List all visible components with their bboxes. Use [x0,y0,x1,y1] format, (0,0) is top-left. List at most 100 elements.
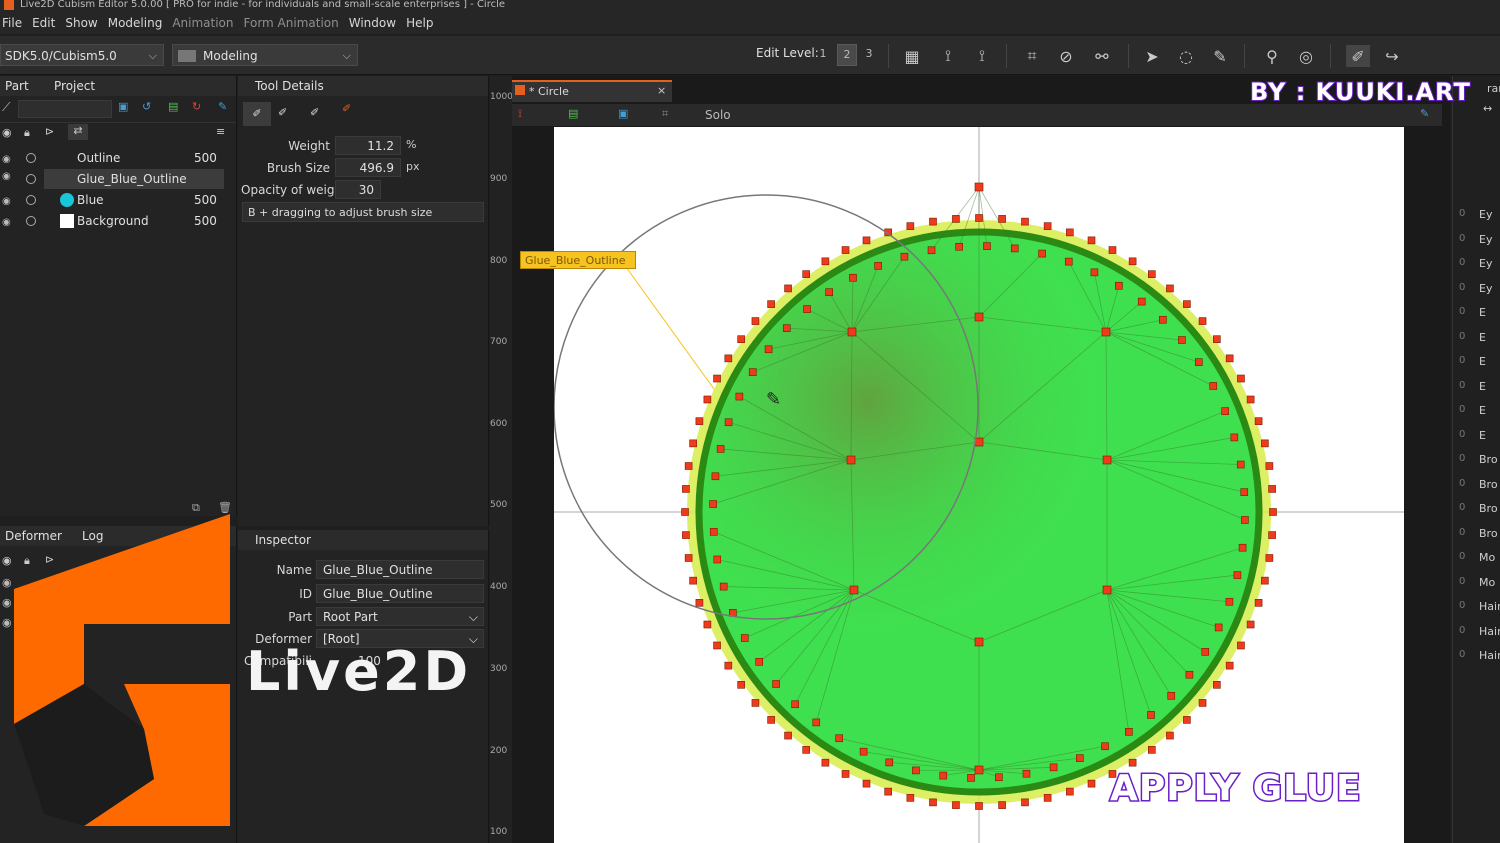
parameter-label[interactable]: E [1479,331,1486,344]
parameter-label[interactable]: E [1479,355,1486,368]
mesh-vertex[interactable] [1043,794,1052,802]
mesh-vertex[interactable] [1221,407,1229,415]
mesh-vertex[interactable] [841,770,850,778]
mesh-vertex[interactable] [835,734,843,743]
mesh-vertex[interactable] [1225,354,1234,363]
mesh-vertex[interactable] [998,215,1006,223]
mesh-vertex[interactable] [927,246,936,255]
layer-row[interactable]: ◉ Outline 500 [0,148,225,168]
pen-icon[interactable]: ✎ [1420,107,1429,120]
filter-icon[interactable]: ⟋ [2,100,10,115]
mesh-vertex[interactable] [849,585,859,595]
mesh-vertex[interactable] [1125,727,1133,736]
mesh-vertex[interactable] [1261,439,1269,448]
mesh-vertex[interactable] [1021,217,1029,226]
menu-file[interactable]: File [2,16,22,30]
mesh-vertex[interactable] [849,273,857,282]
mesh-vertex[interactable] [1128,758,1137,767]
menu-form-animation[interactable]: Form Animation [244,16,339,30]
mesh-vertex[interactable] [821,257,830,266]
mesh-vertex[interactable] [1225,661,1234,670]
mesh-vertex[interactable] [952,215,960,223]
brush-size-input[interactable]: 496.9 [335,158,401,177]
mesh-vertex[interactable] [724,354,733,363]
mesh-vertex[interactable] [719,582,728,591]
mesh-vertex[interactable] [1265,462,1274,470]
layer-icon[interactable]: ▤ [168,100,178,113]
link-icon[interactable]: ↺ [142,100,151,113]
tab-project[interactable]: Project [54,79,95,93]
mesh-vertex[interactable] [1183,300,1191,308]
mesh-vertex[interactable] [681,508,689,516]
visibility-toggle-icon[interactable] [26,174,36,184]
mesh-vertex[interactable] [1183,716,1191,724]
mesh-vertex[interactable] [1043,222,1052,230]
mesh-vertex[interactable] [862,779,871,788]
mesh-vertex[interactable] [1167,692,1176,700]
mesh-vertex[interactable] [859,747,868,756]
parameter-label[interactable]: Mo [1479,551,1495,564]
mesh-vertex[interactable] [1021,798,1029,807]
mesh-vertex[interactable] [1213,681,1221,689]
mesh-vertex[interactable] [802,746,810,754]
mesh-vertex[interactable] [1214,623,1223,632]
mesh-vertex[interactable] [1246,395,1255,404]
visibility-toggle-icon[interactable] [26,216,36,226]
mesh-vertex[interactable] [713,555,722,564]
mesh-vertex[interactable] [1269,508,1277,516]
lasso-tool-icon[interactable]: ◌ [1174,45,1198,67]
document-tab[interactable]: * Circle × [512,80,672,102]
mesh-vertex[interactable] [846,455,856,465]
mesh-vertex[interactable] [1090,268,1099,277]
glue-icon[interactable]: ⚯ [1090,45,1114,67]
mesh-vertex[interactable] [1254,417,1263,425]
parameter-label[interactable]: Hair [1479,625,1500,638]
mesh-vertex[interactable] [1166,284,1174,293]
parameter-label[interactable]: Bro [1479,502,1498,515]
mesh-vertex[interactable] [764,345,773,354]
eye-icon[interactable]: ◉ [2,554,12,567]
mesh-vertex[interactable] [713,374,721,383]
mesh-vertex[interactable] [682,531,690,539]
parameter-label[interactable]: Hair [1479,649,1500,662]
mesh-vertex[interactable] [782,324,791,332]
mesh-vertex[interactable] [906,222,915,230]
mesh-vertex[interactable] [841,246,850,254]
mesh-vertex[interactable] [1254,599,1263,607]
eye-icon[interactable]: ◉ [2,576,12,589]
mesh-vertex[interactable] [1198,317,1207,325]
play-icon[interactable]: ⊳ [45,125,54,138]
mesh-vertex[interactable] [724,661,733,670]
mesh-vertex[interactable] [1115,281,1123,290]
mesh-vertex[interactable] [1238,543,1247,552]
brush-select-icon[interactable]: ✎ [1208,45,1232,67]
duplicate-icon[interactable]: ⧉ [192,501,200,515]
arrow-tool-icon[interactable]: ➤ [1140,45,1164,67]
parameter-label[interactable]: Bro [1479,453,1498,466]
menu-edit[interactable]: Edit [32,16,55,30]
mesh-vertex[interactable] [772,680,780,688]
mesh-vertex[interactable] [802,270,810,278]
mesh-vertex[interactable] [737,681,745,689]
mesh-graphic[interactable]: ✎ [554,127,1404,843]
mesh-vertex[interactable] [874,262,882,270]
mesh-vertex[interactable] [995,773,1003,782]
mesh-vertex[interactable] [812,718,821,727]
mesh-vertex[interactable] [974,182,984,192]
menu-icon[interactable]: ≡ [216,125,225,138]
mesh-vertex[interactable] [1237,641,1245,650]
mesh-vertex[interactable] [695,417,704,425]
mesh-vertex[interactable] [900,252,909,261]
mesh-vertex[interactable] [974,312,984,322]
mesh-vertex[interactable] [825,288,833,297]
grid-toggle-icon[interactable]: ⌗ [662,107,668,121]
parameter-label[interactable]: Ey [1479,233,1492,246]
mesh-vertex[interactable] [929,217,937,226]
mesh-vertex[interactable] [975,802,983,810]
parameter-label[interactable]: Hair [1479,600,1500,613]
mesh-vertex[interactable] [1066,228,1074,237]
mesh-vertex[interactable] [740,634,749,642]
mesh-vertex[interactable] [791,700,799,709]
mesh-vertex[interactable] [724,418,733,427]
glue-tag[interactable]: Glue_Blue_Outline [520,251,636,269]
